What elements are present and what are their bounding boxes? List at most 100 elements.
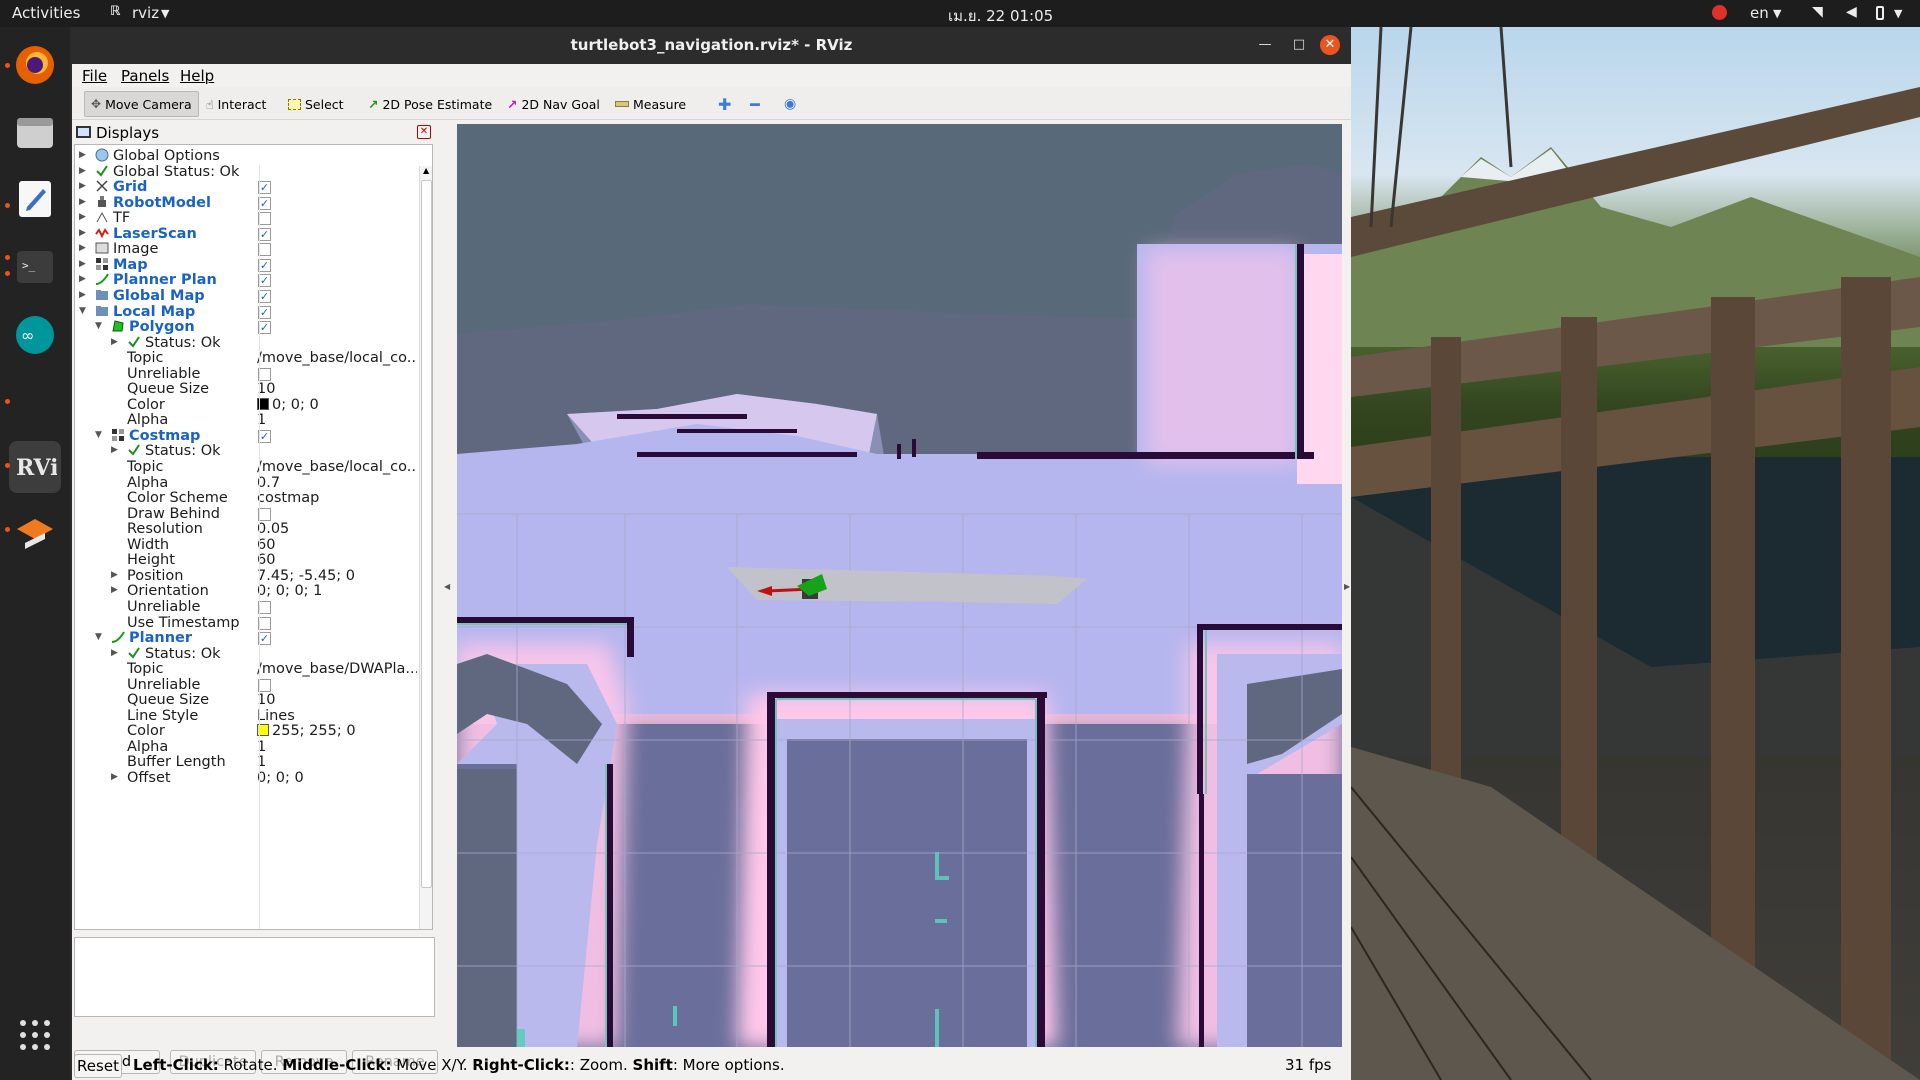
expand-right-icon[interactable]: ▶ — [111, 772, 121, 782]
render-view[interactable] — [457, 124, 1342, 1047]
running-indicator — [5, 63, 10, 68]
property-description — [74, 937, 435, 1017]
expand-right-icon[interactable]: ▶ — [79, 243, 89, 253]
interact-label: Interact — [217, 96, 267, 112]
tool-properties-icon[interactable]: ◉ — [778, 91, 802, 117]
toolbar: ✥ Move Camera ☝ Interact Select ↗ 2D Pos… — [72, 87, 1351, 120]
expand-down-icon[interactable]: ▼ — [95, 430, 105, 440]
expand-right-icon[interactable]: ▶ — [79, 259, 89, 269]
expand-right-icon[interactable]: ▶ — [111, 648, 121, 658]
reset-button[interactable]: Reset — [74, 1054, 122, 1078]
pose-estimate-button[interactable]: ↗ 2D Pose Estimate — [362, 91, 498, 117]
select-button[interactable]: Select — [282, 91, 350, 117]
tree-row-label: Offset — [127, 770, 171, 786]
nav-goal-button[interactable]: ↗ 2D Nav Goal — [501, 91, 606, 117]
do-not-disturb-icon[interactable] — [1712, 5, 1727, 20]
close-button[interactable]: ✕ — [1320, 35, 1340, 55]
chevron-down-icon: ▼ — [1773, 7, 1782, 20]
expand-right-icon[interactable]: ▶ — [79, 290, 89, 300]
menu-panels[interactable]: Panels — [121, 67, 169, 85]
status-text-1: Rotate. — [218, 1056, 283, 1074]
measure-button[interactable]: Measure — [609, 91, 692, 117]
expand-down-icon[interactable]: ▼ — [95, 321, 105, 331]
expand-right-icon[interactable]: ▶ — [79, 150, 89, 160]
menu-bar: File Panels Help — [72, 64, 1351, 87]
expand-right-icon[interactable]: ▶ — [79, 166, 89, 176]
move-camera-button[interactable]: ✥ Move Camera — [84, 91, 199, 117]
running-indicator — [5, 255, 10, 260]
hand-icon: ☝ — [206, 96, 214, 112]
svg-text:>_: >_ — [22, 259, 36, 272]
tree-row-value[interactable]: 0; 0; 0 — [257, 770, 417, 786]
top-bar: Activities ℝ rviz ▼ เม.ย. 22 01:05 en ▼ … — [0, 0, 1920, 27]
expand-right-icon[interactable]: ▶ — [79, 181, 89, 191]
left-splitter-handle[interactable]: ◀ — [444, 582, 450, 591]
window-title: turtlebot3_navigation.rviz* - RViz — [570, 36, 853, 54]
displays-panel: Displays ✕ ▶ Global Options ▶ Global Status… — [72, 124, 435, 1017]
running-indicator — [5, 203, 10, 208]
expand-right-icon[interactable]: ▶ — [79, 228, 89, 238]
expand-right-icon[interactable]: ▶ — [111, 337, 121, 347]
scroll-up-icon[interactable]: ▲ — [423, 166, 429, 175]
running-indicator — [5, 463, 10, 468]
interact-button[interactable]: ☝ Interact — [200, 91, 272, 117]
remove-tool-icon[interactable]: ━ — [744, 91, 766, 117]
minimize-button[interactable]: — — [1255, 35, 1275, 55]
activities-button[interactable]: Activities — [12, 4, 80, 22]
status-key-4: Shift — [632, 1056, 673, 1074]
status-text-2: Move X/Y. — [391, 1056, 473, 1074]
svg-text:RViz: RViz — [16, 455, 57, 481]
pose-estimate-label: 2D Pose Estimate — [382, 96, 493, 112]
status-text-4: : More options. — [672, 1056, 785, 1074]
status-key-1: Left-Click: — [133, 1056, 219, 1074]
expand-right-icon[interactable]: ▶ — [111, 570, 121, 580]
wifi-icon[interactable]: ◥ — [1812, 4, 1823, 20]
app-icon: ℝ — [110, 4, 121, 19]
displays-header: Displays ✕ — [74, 124, 433, 142]
terminal-icon[interactable]: >_ — [9, 241, 61, 293]
running-indicator — [5, 399, 10, 404]
ubuntu-software-icon[interactable] — [9, 509, 61, 561]
dock: >_ ∞ RViz — [0, 27, 70, 1080]
expand-right-icon[interactable]: ▶ — [79, 197, 89, 207]
right-splitter-handle[interactable]: ▶ — [1344, 582, 1350, 591]
expand-right-icon[interactable]: ▶ — [79, 212, 89, 222]
chevron-down-icon: ▼ — [1894, 7, 1903, 20]
language-indicator[interactable]: en — [1750, 4, 1769, 22]
firefox-icon[interactable] — [9, 39, 61, 91]
desktop-wallpaper — [1351, 27, 1920, 1080]
battery-icon[interactable] — [1876, 6, 1884, 20]
ruler-icon — [615, 101, 629, 107]
rviz-window: turtlebot3_navigation.rviz* - RViz — □ ✕… — [72, 27, 1351, 1080]
close-panel-icon[interactable]: ✕ — [417, 125, 431, 139]
display-tree-scrollbar[interactable]: ▲ ▼ — [419, 166, 432, 929]
expand-right-icon[interactable]: ▶ — [111, 445, 121, 455]
status-key-2: Middle-Click: — [282, 1056, 392, 1074]
volume-icon[interactable]: ◀ — [1846, 4, 1857, 20]
expand-right-icon[interactable]: ▶ — [111, 585, 121, 595]
maximize-button[interactable]: □ — [1289, 35, 1309, 55]
select-icon — [288, 98, 301, 110]
tree-row[interactable]: ▶ Offset 0; 0; 0 — [75, 769, 416, 788]
text-editor-icon[interactable] — [9, 173, 61, 225]
add-tool-icon[interactable]: ✚ — [712, 91, 737, 117]
show-applications-icon[interactable] — [9, 1009, 61, 1061]
display-tree: ▶ Global Options ▶ Global Status: Ok ▶ Grid ✓ ▶… — [74, 144, 433, 930]
expand-down-icon[interactable]: ▼ — [95, 632, 105, 642]
app-menu[interactable]: rviz — [132, 4, 159, 22]
expand-right-icon[interactable]: ▶ — [79, 274, 89, 284]
green-arrow-icon: ↗ — [368, 96, 379, 112]
menu-file[interactable]: File — [82, 67, 107, 85]
clock[interactable]: เม.ย. 22 01:05 — [948, 4, 1053, 28]
measure-label: Measure — [633, 96, 687, 112]
nav-goal-label: 2D Nav Goal — [521, 96, 600, 112]
menu-help[interactable]: Help — [180, 67, 214, 85]
status-bar: Reset Left-Click: Rotate. Middle-Click: … — [72, 1052, 1351, 1080]
move-camera-icon: ✥ — [91, 97, 102, 111]
scroll-thumb[interactable] — [421, 180, 432, 888]
title-bar[interactable]: turtlebot3_navigation.rviz* - RViz — □ ✕ — [72, 27, 1351, 64]
files-icon[interactable] — [9, 106, 61, 158]
arduino-icon[interactable]: ∞ — [9, 309, 61, 361]
rviz-icon[interactable]: RViz — [9, 441, 61, 493]
expand-down-icon[interactable]: ▼ — [79, 306, 89, 316]
